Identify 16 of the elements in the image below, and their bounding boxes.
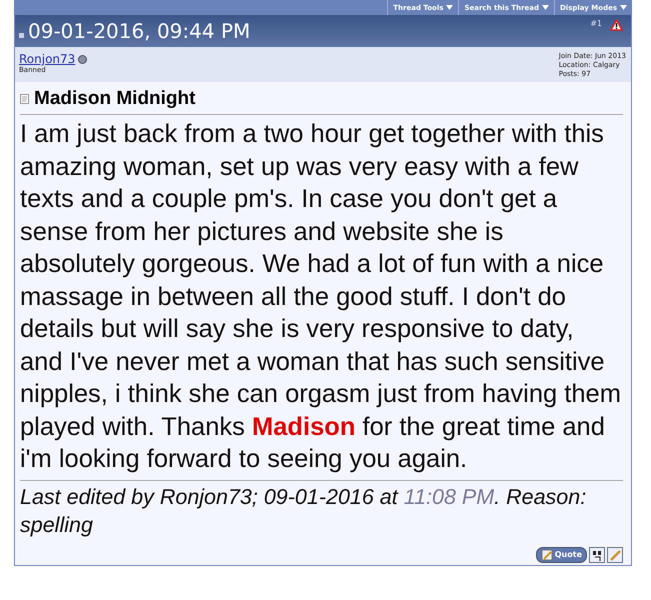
post-number[interactable]: #1	[590, 19, 602, 28]
post-title: Madison Midnight	[34, 88, 196, 110]
caret-icon	[542, 5, 549, 10]
document-icon	[20, 94, 29, 104]
username-link[interactable]: Ronjon73	[19, 52, 76, 66]
multi-quote-icon[interactable]	[589, 546, 605, 562]
post-message: I am just back from a two hour get together with this amazing woman, set up was very easy with a few texts and a couple pm's. In case you don't get a sense from her pictures and website she is absolutely gorgeous. We had a lot of fun with a nice massage in between all the good stuff. I don't do details but will say she is very responsive to daty, and I've never met a woman that has such sensitive nipples, i think she can orgasm just from having them played with. Thanks Madison for the great time and i'm looking forward to seeing you again.	[20, 115, 623, 480]
post-icon	[19, 32, 24, 38]
pencil-icon	[540, 548, 553, 560]
post-date: 09-01-2016, 09:44 PM	[28, 19, 250, 43]
edit-icon[interactable]	[607, 546, 623, 562]
caret-icon	[446, 5, 454, 10]
quote-button[interactable]: Quote	[536, 546, 587, 562]
report-icon[interactable]	[610, 19, 623, 31]
caret-icon	[620, 5, 627, 10]
edit-note: Last edited by Ronjon73; 09-01-2016 at 11:08 PM. Reason: spelling	[20, 484, 588, 538]
